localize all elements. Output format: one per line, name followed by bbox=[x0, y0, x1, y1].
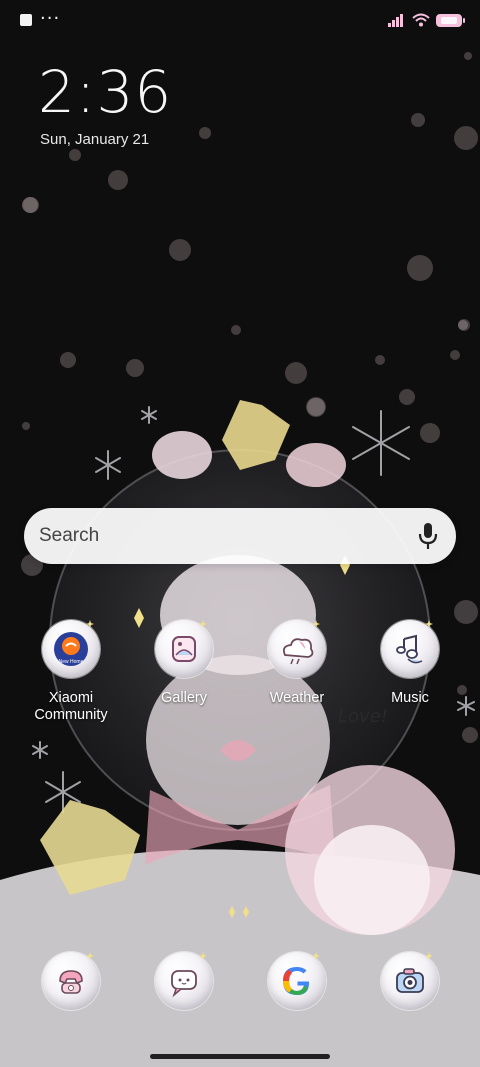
wifi-icon bbox=[412, 13, 430, 27]
sparkle-icon bbox=[199, 620, 207, 628]
dock-messages[interactable] bbox=[134, 952, 234, 1010]
sparkle-icon bbox=[86, 952, 94, 960]
status-bar: ··· bbox=[0, 0, 480, 40]
more-notifications-icon: ··· bbox=[40, 8, 61, 29]
phone-icon bbox=[59, 970, 83, 994]
app-bubble bbox=[381, 952, 439, 1010]
app-label: Xiaomi Community bbox=[34, 690, 108, 723]
dock-google[interactable] bbox=[247, 952, 347, 1010]
app-bubble bbox=[42, 952, 100, 1010]
app-bubble bbox=[381, 620, 439, 678]
camera-icon bbox=[396, 968, 424, 993]
messages-icon bbox=[171, 970, 197, 998]
status-indicators bbox=[388, 12, 465, 28]
dock-camera[interactable] bbox=[360, 952, 460, 1010]
gesture-navigation-bar[interactable] bbox=[150, 1054, 330, 1059]
microphone-icon[interactable] bbox=[418, 522, 438, 550]
app-bubble bbox=[155, 620, 213, 678]
app-music[interactable]: Music bbox=[360, 620, 460, 707]
sparkle-icon bbox=[312, 952, 320, 960]
sparkle-icon bbox=[199, 952, 207, 960]
weather-icon bbox=[282, 638, 314, 665]
search-placeholder: Search bbox=[39, 525, 100, 546]
sparkle-icon bbox=[425, 620, 433, 628]
app-gallery[interactable]: Gallery bbox=[134, 620, 234, 707]
notification-app-icon bbox=[20, 14, 32, 26]
xiaomi-community-icon: New Home bbox=[54, 632, 88, 666]
date-label[interactable]: Sun, January 21 bbox=[40, 131, 149, 148]
app-bubble bbox=[155, 952, 213, 1010]
search-bar[interactable]: Search bbox=[24, 508, 456, 564]
app-label: Weather bbox=[269, 690, 325, 706]
app-bubble bbox=[268, 952, 326, 1010]
cellular-signal-icon bbox=[388, 14, 403, 27]
app-bubble bbox=[268, 620, 326, 678]
love-wallpaper-text: Love! bbox=[338, 706, 388, 727]
sparkle-icon bbox=[312, 620, 320, 628]
app-label: Gallery bbox=[161, 690, 207, 706]
gallery-icon bbox=[172, 636, 196, 662]
google-icon bbox=[283, 967, 309, 995]
new-home-badge-text: New Home bbox=[59, 659, 84, 665]
app-xiaomi-community[interactable]: New Home Xiaomi Community bbox=[21, 620, 121, 724]
app-weather[interactable]: Weather bbox=[247, 620, 347, 707]
app-label: Music bbox=[391, 690, 429, 706]
music-icon bbox=[396, 634, 423, 664]
clock-widget[interactable]: 2:36 bbox=[38, 58, 172, 126]
battery-icon bbox=[436, 13, 465, 27]
dock-phone[interactable] bbox=[21, 952, 121, 1010]
sparkle-icon bbox=[425, 952, 433, 960]
sparkle-icon bbox=[86, 620, 94, 628]
app-bubble: New Home bbox=[42, 620, 100, 678]
